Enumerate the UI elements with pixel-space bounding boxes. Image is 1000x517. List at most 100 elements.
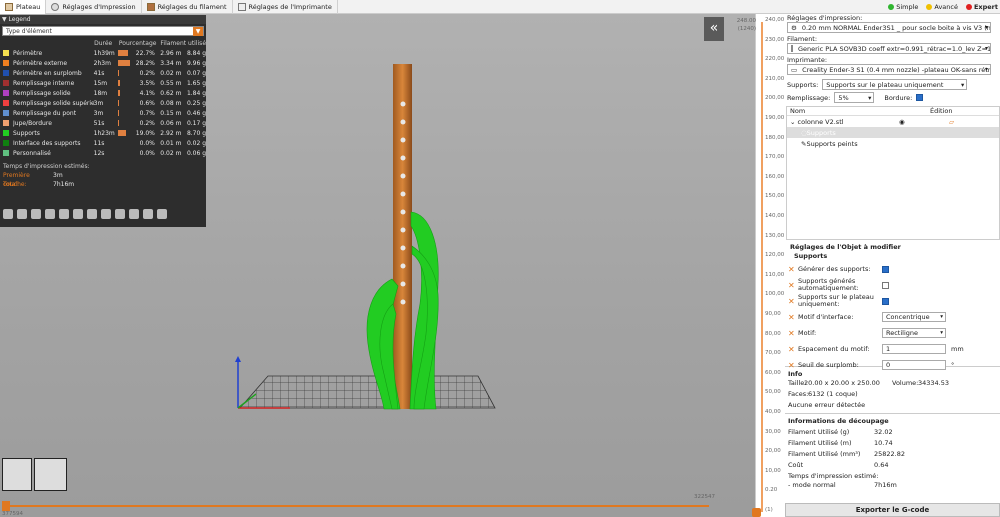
setting-input[interactable]: 1 (882, 344, 946, 354)
gear-icon: ⚙ (791, 23, 797, 32)
legend-row[interactable]: Remplissage solide 18m 4.1% 0.62 m 1.84 … (0, 88, 206, 98)
slice-info-row: Filament Utilisé (mm³) 25822.82 (788, 450, 906, 458)
setting-row: ✕ Supports générés automatiquement: (788, 277, 1000, 293)
wipe-toggle-icon[interactable] (17, 209, 27, 219)
chevron-down-icon: ▾ (940, 314, 943, 320)
legend-row[interactable]: Personnalisé 12s 0.0% 0.02 m 0.06 g (0, 148, 206, 158)
legend-feature-toggles (3, 209, 167, 219)
lock-icon[interactable] (752, 508, 761, 517)
seams-toggle-icon[interactable] (59, 209, 69, 219)
mode-advanced[interactable]: Avancé (926, 3, 958, 11)
top-layer-label: 248.00 (1240) (736, 18, 756, 32)
layer-tick-label: 150,00 (765, 193, 785, 200)
reset-x-icon[interactable]: ✕ (788, 281, 796, 290)
tool-changes-toggle-icon[interactable] (73, 209, 83, 219)
reset-x-icon[interactable]: ✕ (788, 313, 796, 322)
legend-row[interactable]: Remplissage du pont 3m 0.7% 0.15 m 0.46 … (0, 108, 206, 118)
view-type-select[interactable]: Type d'élément ▼ (2, 26, 204, 36)
color-changes-toggle-icon[interactable] (87, 209, 97, 219)
layer-tick-label: 180,00 (765, 134, 785, 141)
percent-bar (118, 50, 130, 56)
first-layer-time: Première couche: 3m (3, 172, 63, 188)
setting-row: ✕ Générer des supports: (788, 261, 1000, 277)
slider-thumb[interactable] (2, 501, 10, 511)
legend-color-swatch (3, 100, 9, 106)
deretractions-toggle-icon[interactable] (45, 209, 55, 219)
setting-combo[interactable]: Concentrique ▾ (882, 312, 946, 322)
custom-gcode-toggle-icon[interactable] (115, 209, 125, 219)
slice-info-rows: Filament Utilisé (g) 32.02 Filament Utilis… (785, 428, 1000, 470)
reset-x-icon[interactable]: ✕ (788, 361, 796, 370)
layer-tick-label: 50,00 (765, 389, 781, 396)
top-tab-bar: Plateau Réglages d'Impression Réglages d… (0, 0, 1000, 14)
reset-x-icon[interactable]: ✕ (788, 345, 796, 354)
horizontal-move-slider[interactable]: 377594 322547 (0, 494, 755, 517)
pause-prints-toggle-icon[interactable] (101, 209, 111, 219)
chevron-down-icon: ▾ (868, 93, 872, 102)
3d-view-cube-icon[interactable] (2, 458, 32, 491)
travel-toggle-icon[interactable] (3, 209, 13, 219)
supports-icon: ◌ (801, 128, 807, 137)
percent-bar (118, 120, 130, 126)
brim-checkbox[interactable] (916, 94, 924, 101)
print-settings-label: Réglages d'impression: (787, 14, 863, 22)
percent-bar (118, 70, 130, 76)
estimated-time-label: Temps d'impression estimé: (788, 472, 879, 480)
shells-toggle-icon[interactable] (143, 209, 153, 219)
legend-row[interactable]: Remplissage interne 15m 3.5% 0.55 m 1.65… (0, 78, 206, 88)
normal-mode-time: - mode normal 7h16m (788, 481, 897, 489)
retractions-toggle-icon[interactable] (31, 209, 41, 219)
legend-row[interactable]: Jupe/Bordure 51s 0.2% 0.06 m 0.17 g (0, 118, 206, 128)
setting-checkbox[interactable] (882, 265, 889, 273)
tab-plateau[interactable]: Plateau (0, 0, 47, 14)
layer-tick-label: 130,00 (765, 232, 785, 239)
object-sub-supports[interactable]: ◌ Supports (787, 127, 999, 138)
percent-bar (118, 100, 130, 106)
print-settings-combo[interactable]: ⚙ 0.20 mm NORMAL Ender3S1 _ pour socle bo… (787, 22, 991, 33)
printer-icon (237, 2, 246, 11)
layer-tick-label: 40,00 (765, 409, 781, 415)
legend-row[interactable]: Périmètre en surplomb 41s 0.2% 0.02 m 0.… (0, 68, 206, 78)
reset-x-icon[interactable]: ✕ (788, 329, 796, 338)
legend-header[interactable]: ▼ Legend (0, 15, 206, 24)
layers-view-icon[interactable] (34, 458, 67, 491)
legend-color-swatch (3, 150, 9, 156)
infill-combo[interactable]: 5% ▾ (834, 92, 875, 103)
tab-print-settings[interactable]: Réglages d'Impression (46, 0, 142, 14)
printer-label: Imprimante: (787, 56, 828, 64)
object-list[interactable]: Nom Édition ⌄ colonne V2.stl ◉ ▱ ◌ Supports… (786, 106, 1000, 240)
mode-expert[interactable]: Expert (965, 3, 998, 11)
mode-simple[interactable]: Simple (888, 3, 918, 11)
setting-combo[interactable]: Rectiligne ▾ (882, 328, 946, 338)
print-bed-grid (239, 375, 496, 409)
legend-row[interactable]: Supports 1h23m 19.0% 2.92 m 8.70 g (0, 128, 206, 138)
collapse-sidebar-button[interactable]: « (704, 17, 724, 41)
setting-checkbox[interactable] (882, 281, 889, 289)
setting-checkbox[interactable] (882, 297, 889, 305)
legend-row[interactable]: Interface des supports 11s 0.0% 0.01 m 0… (0, 138, 206, 148)
reset-x-icon[interactable]: ✕ (788, 265, 796, 274)
tab-filament-settings[interactable]: Réglages du filament (142, 0, 233, 14)
legend-row[interactable]: Périmètre 1h39m 22.7% 2.96 m 8.84 g (0, 48, 206, 58)
filament-combo[interactable]: Generic PLA SOVB3D coeff extr=0.991_rétr… (787, 43, 991, 54)
legend-row[interactable]: Remplissage solide supérieur 3m 0.6% 0.0… (0, 98, 206, 108)
export-gcode-button[interactable]: Exporter le G-code (785, 503, 1000, 517)
object-row[interactable]: ⌄ colonne V2.stl ◉ ▱ (787, 116, 999, 127)
object-sub-painted-supports[interactable]: ✎ Supports peints (787, 138, 999, 149)
vertical-layer-slider[interactable]: 248.00 (1240) 240,00 230,00 220,00 210,00 200… (737, 14, 785, 517)
tab-printer-settings[interactable]: Réglages de l'Imprimante (233, 0, 338, 14)
tool-marker-toggle-icon[interactable] (157, 209, 167, 219)
layer-tick-label: 110,00 (765, 271, 785, 278)
setting-input[interactable]: 0 (882, 360, 946, 370)
center-of-gravity-toggle-icon[interactable] (129, 209, 139, 219)
layer-tick-label: 80,00 (765, 330, 781, 337)
eye-icon[interactable]: ◉ (899, 118, 949, 126)
printer-combo[interactable]: ▭ Creality Ender-3 S1 (0.4 mm nozzle) -pl… (787, 64, 991, 75)
paint-icon: ✎ (801, 139, 807, 148)
supports-combo[interactable]: Supports sur le plateau uniquement ▾ (822, 79, 968, 90)
reset-x-icon[interactable]: ✕ (788, 297, 796, 306)
edit-icon[interactable]: ▱ (949, 118, 954, 126)
gear-icon (51, 2, 60, 11)
legend-row[interactable]: Périmètre externe 2h3m 28.2% 3.34 m 9.96… (0, 58, 206, 68)
filament-color-swatch-icon (791, 45, 793, 52)
